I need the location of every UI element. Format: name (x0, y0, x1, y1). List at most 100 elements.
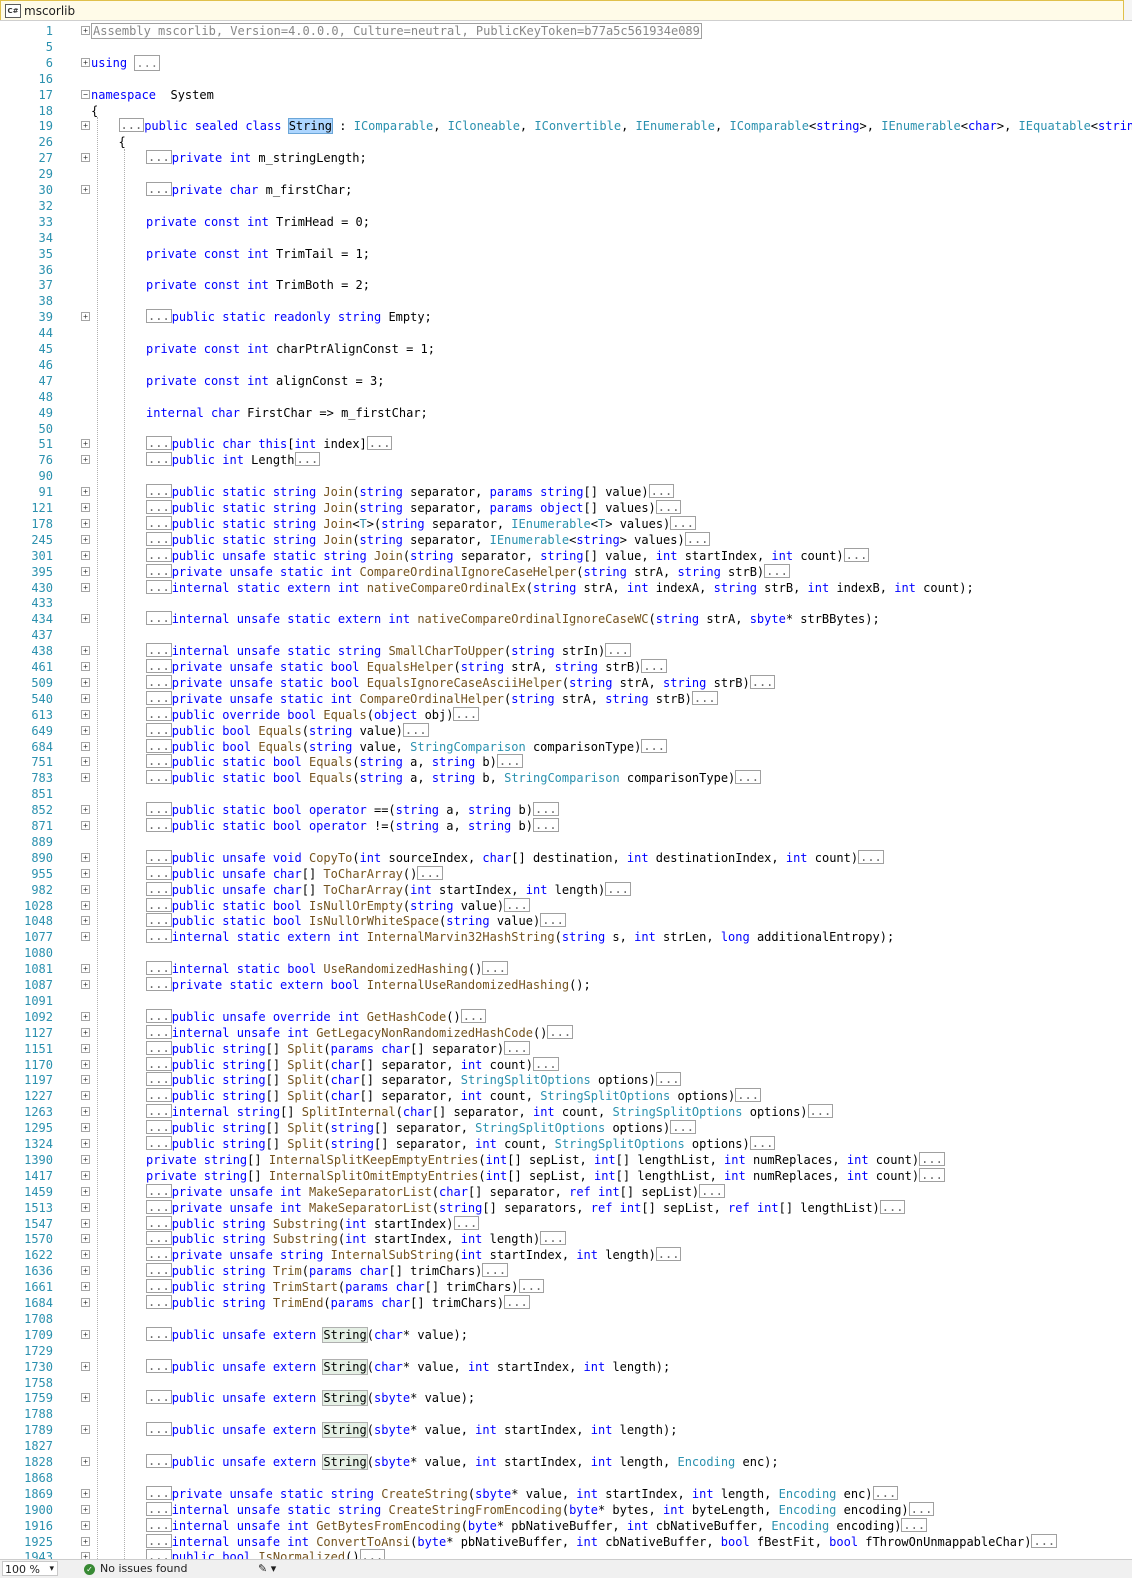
expand-toggle-icon[interactable]: + (81, 646, 90, 656)
expand-toggle-icon[interactable]: + (81, 1091, 90, 1101)
collapsed-block-ellipsis[interactable]: ... (146, 1120, 172, 1135)
expand-toggle-icon[interactable]: + (81, 185, 90, 194)
collapsed-block-ellipsis[interactable]: ... (655, 1072, 682, 1087)
collapsed-block-ellipsis[interactable]: ... (504, 1040, 530, 1055)
collapsed-block-ellipsis[interactable]: ... (146, 770, 172, 785)
collapsed-block-ellipsis[interactable]: ... (146, 881, 172, 896)
collapsed-block-ellipsis[interactable]: ... (735, 1088, 761, 1103)
collapsed-block-ellipsis[interactable]: ... (146, 865, 172, 880)
expand-toggle-icon[interactable]: + (81, 805, 90, 815)
collapsed-block-ellipsis[interactable]: ... (146, 818, 172, 832)
collapsed-block-ellipsis[interactable]: ... (146, 1215, 172, 1230)
collapsed-block-ellipsis[interactable]: ... (670, 1120, 696, 1135)
collapsed-block-ellipsis[interactable]: ... (146, 531, 172, 546)
expand-toggle-icon[interactable]: + (81, 980, 90, 989)
expand-toggle-icon[interactable]: + (81, 1234, 90, 1244)
collapsed-block-ellipsis[interactable]: ... (453, 706, 480, 721)
collapsed-block-ellipsis[interactable]: ... (146, 1263, 172, 1278)
expand-toggle-icon[interactable]: + (81, 1186, 90, 1196)
expand-toggle-icon[interactable]: + (81, 614, 90, 624)
expand-toggle-icon[interactable]: + (81, 26, 90, 35)
collapsed-block-ellipsis[interactable]: ... (749, 1136, 776, 1150)
expand-toggle-icon[interactable]: + (81, 534, 90, 544)
expand-toggle-icon[interactable]: + (81, 868, 90, 878)
expand-toggle-icon[interactable]: + (81, 57, 90, 67)
collapsed-block-ellipsis[interactable]: ... (146, 659, 172, 673)
collapsed-block-ellipsis[interactable]: ... (146, 897, 172, 912)
collapsed-block-ellipsis[interactable]: ... (691, 690, 718, 705)
collapsed-block-ellipsis[interactable]: ... (146, 611, 172, 626)
collapsed-block-ellipsis[interactable]: ... (670, 515, 696, 530)
collapsed-block-ellipsis[interactable]: ... (146, 309, 172, 324)
expand-toggle-icon[interactable]: + (81, 677, 90, 687)
expand-toggle-icon[interactable]: + (81, 455, 90, 465)
collapsed-block-ellipsis[interactable]: ... (453, 1215, 480, 1230)
collapsed-block-ellipsis[interactable]: ... (648, 484, 675, 499)
expand-toggle-icon[interactable]: + (81, 1202, 90, 1212)
collapsed-block-ellipsis[interactable]: ... (146, 563, 172, 578)
expand-toggle-icon[interactable]: + (81, 1425, 90, 1435)
collapsed-block-ellipsis[interactable]: ... (146, 1485, 172, 1500)
expand-toggle-icon[interactable]: + (81, 1520, 90, 1530)
collapsed-block-ellipsis[interactable]: ... (146, 500, 172, 514)
collapsed-block-ellipsis[interactable]: ... (655, 500, 682, 514)
expand-toggle-icon[interactable]: + (81, 709, 90, 719)
collapsed-block-ellipsis[interactable]: ... (146, 802, 172, 817)
collapsed-block-ellipsis[interactable]: ... (146, 1358, 172, 1373)
collapsed-block-ellipsis[interactable]: ... (118, 118, 145, 133)
expand-toggle-icon[interactable]: + (81, 1043, 90, 1053)
expand-toggle-icon[interactable]: + (81, 1457, 90, 1466)
expand-toggle-icon[interactable]: + (81, 1250, 90, 1260)
collapsed-block-ellipsis[interactable]: ... (605, 881, 631, 896)
collapsed-block-ellipsis[interactable]: ... (146, 579, 172, 594)
collapsed-block-ellipsis[interactable]: ... (684, 531, 711, 546)
collapsed-block-ellipsis[interactable]: ... (146, 1422, 172, 1437)
collapsed-block-ellipsis[interactable]: ... (504, 897, 530, 912)
collapsed-block-ellipsis[interactable]: ... (146, 1501, 172, 1516)
collapsed-block-ellipsis[interactable]: ... (901, 1517, 928, 1532)
expand-toggle-icon[interactable]: + (81, 1218, 90, 1228)
expand-toggle-icon[interactable]: + (81, 1075, 90, 1085)
expand-toggle-icon[interactable]: + (81, 662, 90, 671)
collapsed-block-ellipsis[interactable]: ... (294, 452, 321, 467)
expand-toggle-icon[interactable]: + (81, 932, 90, 942)
collapsed-block-ellipsis[interactable]: ... (146, 1199, 172, 1214)
expand-toggle-icon[interactable]: + (81, 503, 90, 512)
collapsed-block-ellipsis[interactable]: ... (146, 1056, 172, 1071)
expand-toggle-icon[interactable]: + (81, 725, 90, 735)
expand-toggle-icon[interactable]: + (81, 1266, 90, 1276)
collapsed-block-ellipsis[interactable]: ... (735, 770, 761, 785)
collapsed-block-ellipsis[interactable]: ... (540, 1231, 566, 1246)
collapsed-block-ellipsis[interactable]: ... (146, 1040, 172, 1055)
collapsed-block-ellipsis[interactable]: ... (540, 913, 566, 928)
expand-toggle-icon[interactable]: + (81, 1552, 90, 1559)
code-editor[interactable]: 1 + Assembly mscorlib, Version=4.0.0.0, Cu… (0, 21, 1132, 1559)
expand-toggle-icon[interactable]: + (81, 1361, 90, 1371)
expand-toggle-icon[interactable]: + (81, 884, 90, 894)
expand-toggle-icon[interactable]: + (81, 693, 90, 703)
expand-toggle-icon[interactable]: + (81, 1059, 90, 1069)
collapsed-block-ellipsis[interactable]: ... (919, 1151, 945, 1166)
expand-toggle-icon[interactable]: + (81, 550, 90, 560)
collapsed-block-ellipsis[interactable]: ... (908, 1501, 935, 1516)
expand-toggle-icon[interactable]: + (81, 439, 90, 449)
collapsed-block-ellipsis[interactable]: ... (366, 436, 393, 451)
expand-toggle-icon[interactable]: + (81, 1011, 90, 1021)
expand-toggle-icon[interactable]: + (81, 916, 90, 926)
collapsed-block-ellipsis[interactable]: ... (146, 1231, 172, 1246)
collapsed-block-ellipsis[interactable]: ... (919, 1167, 945, 1182)
collapsed-block-ellipsis[interactable]: ... (146, 977, 172, 991)
collapsed-block-ellipsis[interactable]: ... (146, 961, 172, 976)
collapsed-block-ellipsis[interactable]: ... (146, 1247, 172, 1262)
collapsed-block-ellipsis[interactable]: ... (655, 1247, 682, 1262)
collapsed-block-ellipsis[interactable]: ... (146, 1295, 172, 1309)
collapsed-block-ellipsis[interactable]: ... (146, 1136, 172, 1150)
expand-toggle-icon[interactable]: + (81, 1154, 90, 1164)
collapsed-block-ellipsis[interactable]: ... (146, 1088, 172, 1103)
expand-toggle-icon[interactable]: + (81, 566, 90, 576)
collapsed-block-ellipsis[interactable]: ... (532, 802, 559, 817)
collapsed-region[interactable]: Assembly mscorlib, Version=4.0.0.0, Cult… (91, 23, 702, 39)
expand-toggle-icon[interactable]: + (81, 153, 90, 163)
collapsed-block-ellipsis[interactable]: ... (146, 849, 172, 864)
collapsed-block-ellipsis[interactable]: ... (359, 1549, 386, 1559)
